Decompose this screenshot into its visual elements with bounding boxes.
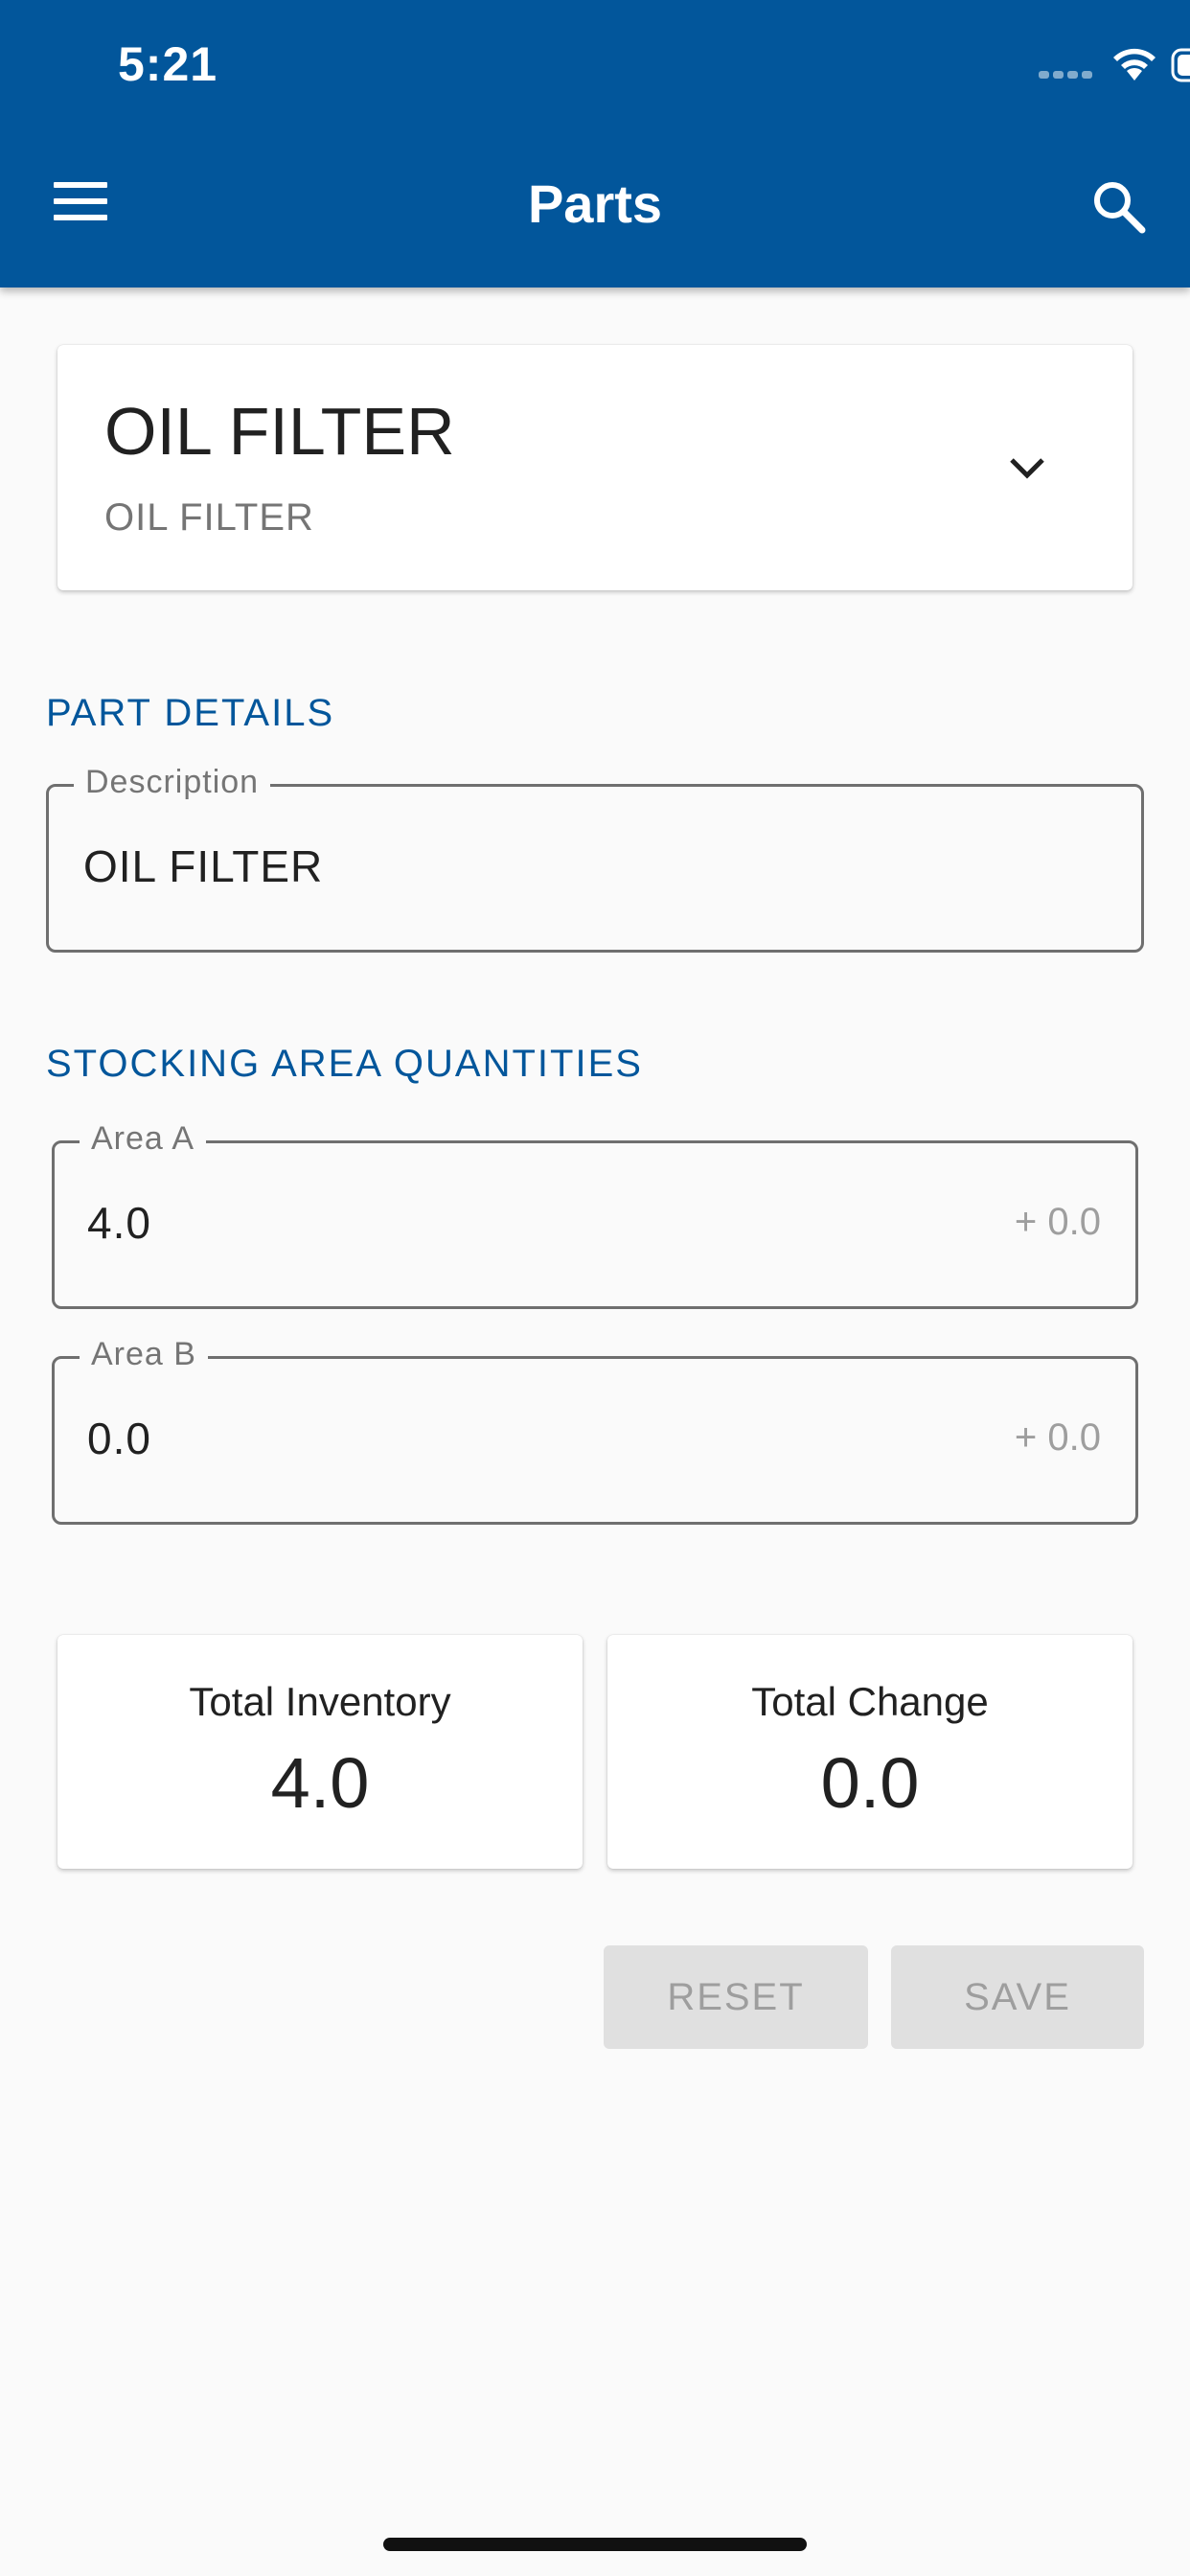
area-a-value: 4.0 — [87, 1198, 151, 1248]
home-indicator[interactable] — [383, 2538, 807, 2551]
description-field[interactable]: Description OIL FILTER — [46, 764, 1144, 953]
area-b-field[interactable]: Area B 0.0 + 0.0 — [52, 1336, 1138, 1525]
search-icon — [1094, 182, 1146, 234]
area-a-label: Area A — [80, 1120, 207, 1158]
total-inventory-label: Total Inventory — [189, 1679, 451, 1724]
part-details-header: PART DETAILS — [46, 692, 335, 734]
stocking-areas-header: STOCKING AREA QUANTITIES — [46, 1043, 643, 1085]
part-selector-subtitle: OIL FILTER — [104, 496, 314, 539]
area-b-label: Area B — [80, 1336, 208, 1373]
description-value: OIL FILTER — [83, 841, 324, 891]
description-label: Description — [74, 764, 271, 801]
part-selector[interactable]: OIL FILTER OIL FILTER — [57, 345, 1133, 590]
search-button[interactable] — [1090, 178, 1148, 236]
page-title: Parts — [527, 173, 663, 234]
area-b-change: + 0.0 — [1014, 1416, 1101, 1459]
battery-icon — [1171, 48, 1190, 82]
app-bar: 5:21 Parts — [0, 0, 1190, 288]
area-a-change: + 0.0 — [1014, 1201, 1101, 1243]
area-a-field[interactable]: Area A 4.0 + 0.0 — [52, 1120, 1138, 1309]
part-selector-title: OIL FILTER — [104, 394, 455, 469]
wifi-icon — [1113, 48, 1156, 80]
save-button[interactable]: SAVE — [891, 1945, 1144, 2049]
cellular-signal-icon — [1039, 71, 1092, 79]
total-inventory-card: Total Inventory 4.0 — [57, 1635, 583, 1869]
chevron-down-icon[interactable] — [1008, 454, 1046, 483]
total-inventory-value: 4.0 — [270, 1743, 370, 1823]
status-time: 5:21 — [118, 37, 218, 91]
reset-button[interactable]: RESET — [604, 1945, 868, 2049]
total-change-label: Total Change — [751, 1679, 989, 1724]
total-change-value: 0.0 — [820, 1743, 920, 1823]
total-change-card: Total Change 0.0 — [607, 1635, 1133, 1869]
area-b-value: 0.0 — [87, 1414, 151, 1463]
